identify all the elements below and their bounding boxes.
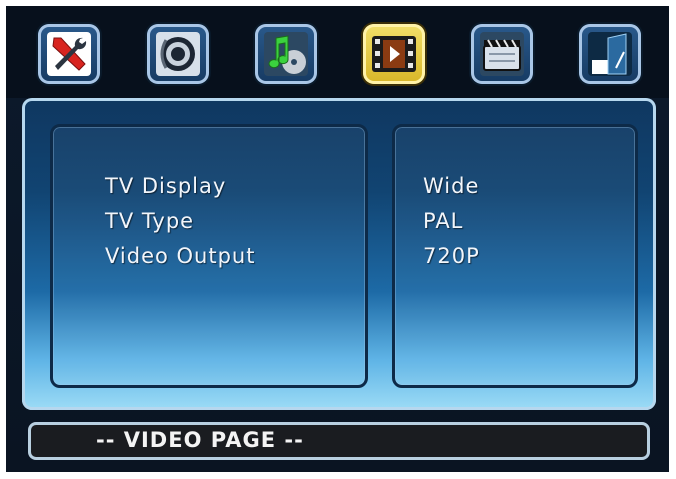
setting-label-tv-type[interactable]: TV Type xyxy=(105,209,194,233)
tab-general-setup[interactable] xyxy=(38,24,100,84)
video-settings-panel: TV Display TV Type Video Output Wide PAL… xyxy=(22,98,656,410)
settings-label-list: TV Display TV Type Video Output xyxy=(50,124,368,388)
music-disc-icon xyxy=(264,32,308,76)
osd-screen: TV Display TV Type Video Output Wide PAL… xyxy=(6,6,669,472)
tab-exit[interactable] xyxy=(579,24,641,84)
tab-audio-setup[interactable] xyxy=(147,24,209,84)
tab-preference[interactable] xyxy=(471,24,533,84)
speaker-icon xyxy=(156,32,200,76)
page-title: -- VIDEO PAGE -- xyxy=(96,428,304,452)
clapperboard-icon xyxy=(480,32,524,76)
setting-value-tv-type[interactable]: PAL xyxy=(423,209,463,233)
tools-icon xyxy=(47,32,91,76)
tab-video-setup[interactable] xyxy=(363,24,425,84)
setting-value-video-output[interactable]: 720P xyxy=(423,244,480,268)
setup-icon-bar xyxy=(6,6,669,98)
status-bar: -- VIDEO PAGE -- xyxy=(28,422,650,460)
setting-value-tv-display[interactable]: Wide xyxy=(423,174,479,198)
settings-value-list: Wide PAL 720P xyxy=(392,124,638,388)
setting-label-tv-display[interactable]: TV Display xyxy=(105,174,226,198)
tab-music-setup[interactable] xyxy=(255,24,317,84)
film-icon xyxy=(372,36,416,72)
setting-label-video-output[interactable]: Video Output xyxy=(105,244,255,268)
exit-door-icon xyxy=(588,32,632,76)
